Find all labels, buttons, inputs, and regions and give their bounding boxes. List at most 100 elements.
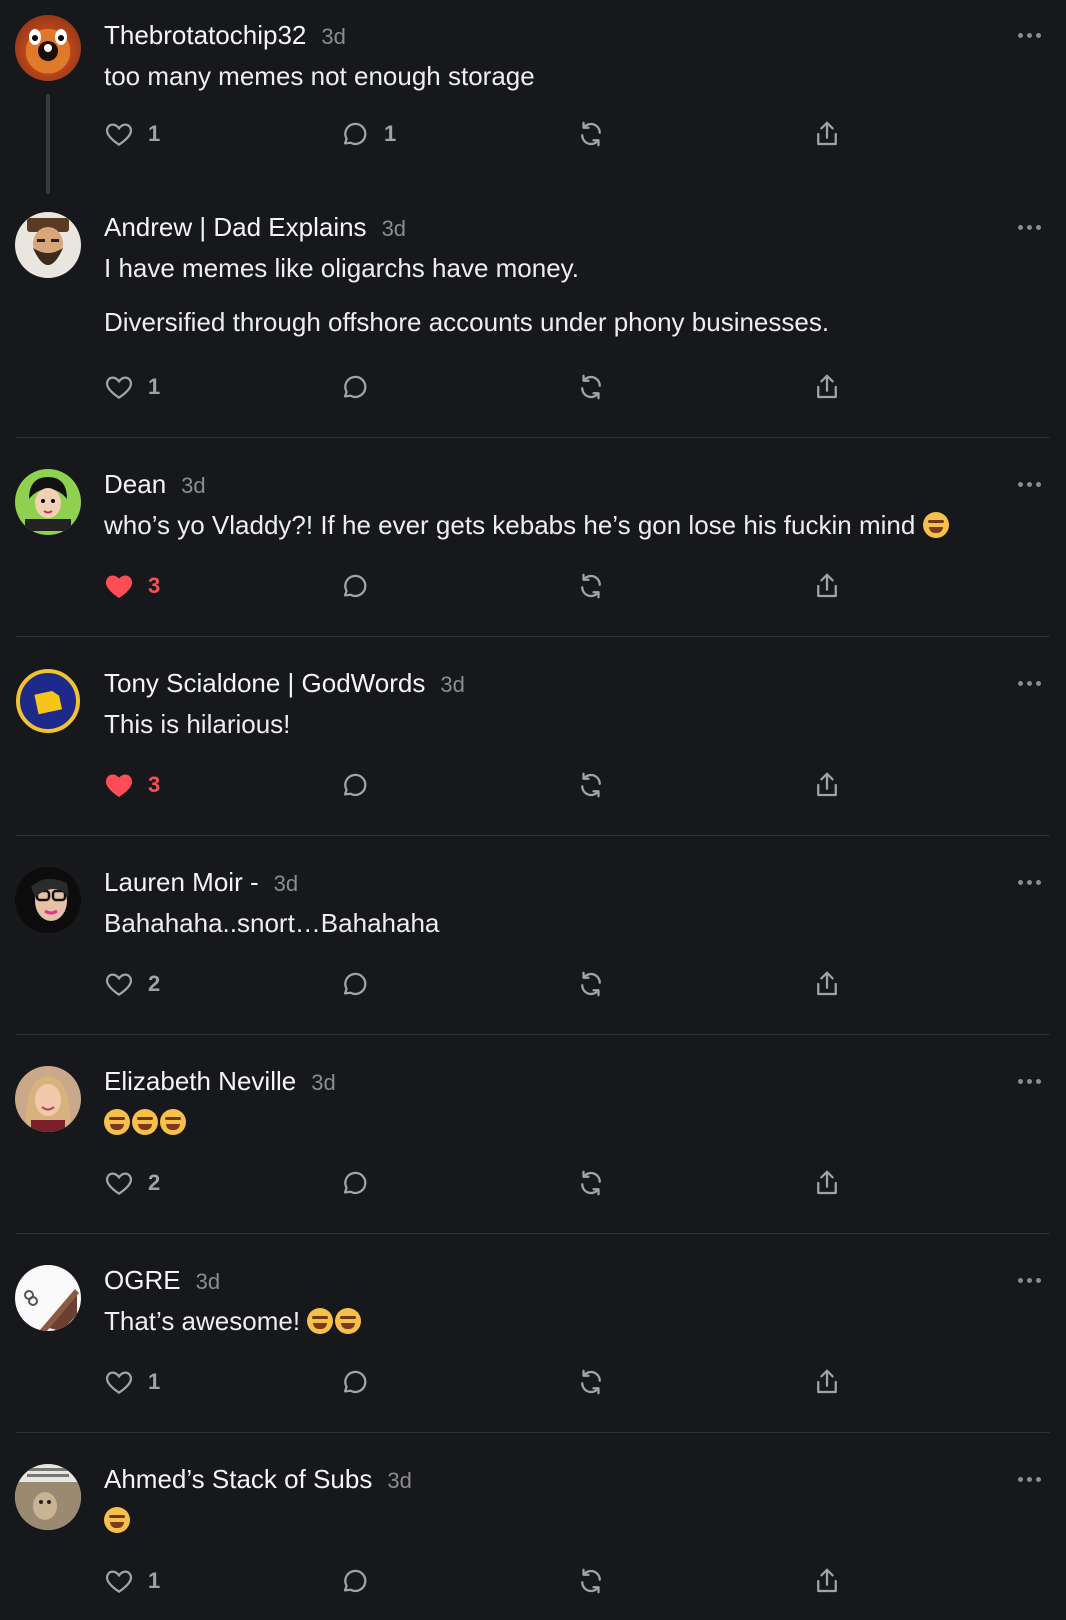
author-name[interactable]: Andrew | Dad Explains: [104, 212, 367, 243]
restack-button[interactable]: [576, 370, 606, 404]
dog-avatar[interactable]: [15, 15, 81, 81]
share-button[interactable]: [812, 967, 842, 1001]
reply-button[interactable]: [340, 967, 370, 1001]
more-icon[interactable]: [1018, 1077, 1042, 1085]
author-name[interactable]: Thebrotatochip32: [104, 20, 306, 51]
comment: Elizabeth Neville 3d 2: [0, 1035, 1066, 1234]
meme-avatar[interactable]: [15, 1464, 81, 1530]
restack-button[interactable]: [576, 117, 606, 151]
like-count: 2: [148, 1170, 161, 1195]
comment-actions: 1: [104, 370, 864, 404]
like-count: 3: [148, 573, 161, 598]
comment-icon: [343, 122, 367, 146]
like-button[interactable]: 3: [104, 569, 160, 603]
like-button[interactable]: 1: [104, 1564, 160, 1598]
restack-button[interactable]: [576, 1365, 606, 1399]
share-button[interactable]: [812, 1166, 842, 1200]
heart-icon: [105, 973, 133, 996]
author-name[interactable]: Dean: [104, 469, 166, 500]
comment-feed: Thebrotatochip32 3d too many memes not e…: [0, 0, 1066, 1620]
comment: OGRE 3d That’s awesome! 1: [0, 1234, 1066, 1433]
godwords-logo-avatar[interactable]: [15, 668, 81, 734]
heart-icon: [105, 774, 133, 797]
heart-icon: [105, 123, 133, 146]
restack-button[interactable]: [576, 967, 606, 1001]
heart-icon: [105, 1172, 133, 1195]
comment: Ahmed’s Stack of Subs 3d 1: [0, 1433, 1066, 1620]
comment: Dean 3d who’s yo Vladdy?! If he ever get…: [0, 438, 1066, 637]
restack-button[interactable]: [576, 1564, 606, 1598]
more-icon[interactable]: [1018, 878, 1042, 886]
like-count: 1: [148, 1568, 161, 1593]
like-count: 1: [148, 1369, 161, 1394]
share-button[interactable]: [812, 768, 842, 802]
author-name[interactable]: Elizabeth Neville: [104, 1066, 296, 1097]
share-icon: [817, 573, 837, 598]
like-button[interactable]: 1: [104, 117, 160, 151]
like-button[interactable]: 2: [104, 1166, 160, 1200]
restack-button[interactable]: [576, 569, 606, 603]
comment-actions: 1: [104, 1365, 864, 1399]
reply-button[interactable]: [340, 1564, 370, 1598]
more-icon[interactable]: [1018, 1475, 1042, 1483]
author-name[interactable]: Ahmed’s Stack of Subs: [104, 1464, 372, 1495]
author-name[interactable]: Tony Scialdone | GodWords: [104, 668, 425, 699]
rolling-laughing-emoji: [307, 1308, 334, 1334]
share-icon: [817, 772, 837, 797]
comment-text: [104, 1106, 1006, 1138]
woman-glasses-avatar[interactable]: [15, 867, 81, 933]
ogre-avatar[interactable]: [15, 1265, 81, 1331]
like-button[interactable]: 3: [104, 768, 160, 802]
reply-button[interactable]: [340, 569, 370, 603]
restack-icon: [581, 971, 601, 997]
share-icon: [817, 971, 837, 996]
comment: Lauren Moir - 3d Bahahaha..snort…Bahahah…: [0, 836, 1066, 1035]
reply-button[interactable]: 1: [340, 117, 396, 151]
share-button[interactable]: [812, 1365, 842, 1399]
timestamp: 3d: [181, 473, 206, 498]
reply-button[interactable]: [340, 1166, 370, 1200]
retro-woman-avatar[interactable]: [15, 469, 81, 535]
restack-icon: [581, 772, 601, 798]
timestamp: 3d: [387, 1468, 412, 1493]
more-icon[interactable]: [1018, 679, 1042, 687]
like-button[interactable]: 2: [104, 967, 160, 1001]
comment: Andrew | Dad Explains 3d I have memes li…: [0, 194, 1066, 438]
like-count: 3: [148, 772, 161, 797]
reply-count: 1: [384, 121, 397, 146]
reply-button[interactable]: [340, 768, 370, 802]
comment-icon: [343, 972, 367, 996]
comment-text: Diversified through offshore accounts un…: [104, 307, 830, 337]
restack-icon: [581, 374, 601, 400]
comment-icon: [343, 1569, 367, 1593]
reply-button[interactable]: [340, 370, 370, 404]
like-button[interactable]: 1: [104, 1365, 160, 1399]
share-icon: [817, 374, 837, 399]
more-icon[interactable]: [1018, 480, 1042, 488]
share-button[interactable]: [812, 117, 842, 151]
comment-text: That’s awesome!: [104, 1305, 1006, 1337]
timestamp: 3d: [440, 672, 465, 697]
heart-icon: [105, 376, 133, 399]
comment-icon: [343, 773, 367, 797]
share-button[interactable]: [812, 370, 842, 404]
author-name[interactable]: Lauren Moir -: [104, 867, 259, 898]
comment-actions: 2: [104, 967, 864, 1001]
restack-button[interactable]: [576, 768, 606, 802]
timestamp: 3d: [273, 871, 299, 896]
bearded-man-avatar[interactable]: [15, 212, 81, 278]
woman-portrait-avatar[interactable]: [15, 1066, 81, 1132]
restack-button[interactable]: [576, 1166, 606, 1200]
author-name[interactable]: OGRE: [104, 1265, 181, 1296]
like-button[interactable]: 1: [104, 370, 160, 404]
more-icon[interactable]: [1018, 1276, 1042, 1284]
laughing-tears-emoji: [132, 1109, 158, 1135]
grinning-sweat-emoji: [104, 1507, 130, 1533]
share-button[interactable]: [812, 569, 842, 603]
reply-button[interactable]: [340, 1365, 370, 1399]
more-icon[interactable]: [1018, 31, 1042, 39]
comment-text: who’s yo Vladdy?! If he ever gets kebabs…: [104, 509, 1006, 541]
more-icon[interactable]: [1018, 223, 1042, 231]
comment-actions: 2: [104, 1166, 864, 1200]
share-button[interactable]: [812, 1564, 842, 1598]
